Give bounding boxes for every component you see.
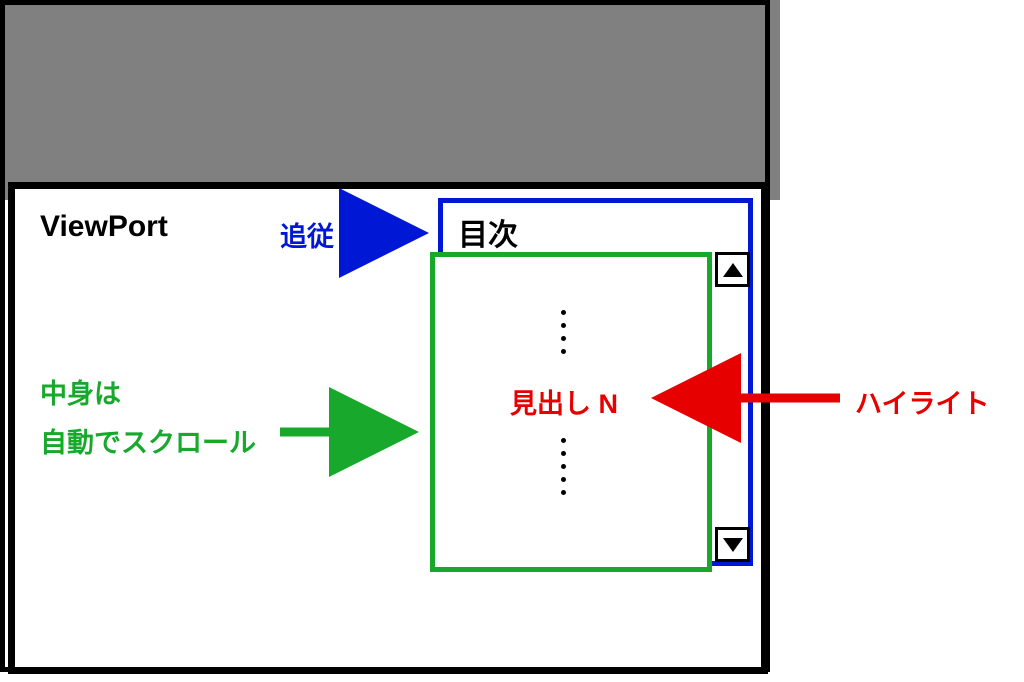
arrow-autoscroll-icon xyxy=(280,414,440,454)
toc-title: 目次 xyxy=(458,210,518,254)
arrow-follow-icon xyxy=(340,215,450,255)
triangle-up-icon xyxy=(723,263,743,277)
triangle-down-icon xyxy=(723,538,743,552)
arrow-highlight-icon xyxy=(640,380,850,420)
autoscroll-line2: 自動でスクロール xyxy=(40,428,256,458)
ellipsis-icon xyxy=(560,310,566,354)
current-heading: 見出し N xyxy=(510,382,618,421)
autoscroll-line1: 中身は xyxy=(40,379,121,409)
scroll-up-button[interactable] xyxy=(715,252,750,287)
highlight-label: ハイライト xyxy=(855,382,989,421)
autoscroll-label: 中身は 自動でスクロール xyxy=(40,370,256,467)
scroll-down-button[interactable] xyxy=(715,527,750,562)
ellipsis-icon xyxy=(560,438,566,495)
follow-label: 追従 xyxy=(280,215,334,254)
viewport-label: ViewPort xyxy=(40,210,168,244)
diagram-canvas: ViewPort 目次 見出し N 追従 中身は 自動でスクロール xyxy=(0,0,1024,682)
